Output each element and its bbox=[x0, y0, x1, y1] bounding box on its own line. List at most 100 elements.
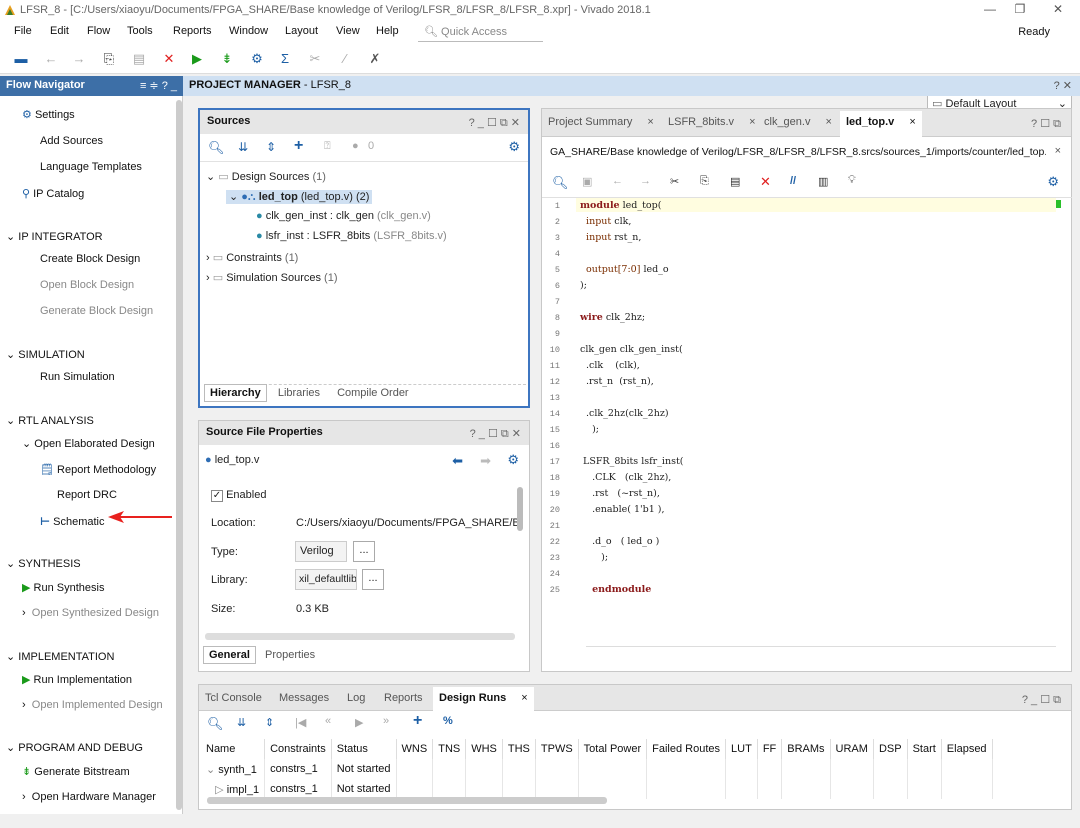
fn-section-simulation[interactable]: ⌄ SIMULATION bbox=[6, 348, 85, 366]
fn-run-simulation[interactable]: Run Simulation bbox=[40, 371, 115, 389]
type-browse-button[interactable]: ... bbox=[353, 541, 375, 562]
column-header[interactable]: Status bbox=[331, 739, 397, 759]
flow-navigator-controls[interactable]: ≡ ≑ ? _ bbox=[140, 79, 177, 92]
tree-led-top[interactable]: ⌄ ●⛬ led_top (led_top.v) (2) bbox=[226, 190, 373, 204]
bottom-controls[interactable]: ? _ ☐ ⧉ bbox=[1022, 693, 1061, 707]
fn-report-drc[interactable]: Report DRC bbox=[57, 489, 117, 507]
fn-run-synthesis[interactable]: ▶ Run Synthesis bbox=[22, 581, 104, 599]
menu-file[interactable]: File bbox=[14, 25, 32, 37]
editor-controls[interactable]: ? ☐ ⧉ bbox=[1031, 117, 1061, 131]
fn-settings[interactable]: ⚙ Settings bbox=[22, 108, 75, 126]
fn-report-methodology[interactable]: 🗒︎ Report Methodology bbox=[40, 463, 156, 481]
tab-log[interactable]: Log bbox=[347, 692, 365, 704]
save-icon[interactable]: ▣ bbox=[582, 175, 592, 188]
undo-icon[interactable]: ← bbox=[612, 175, 623, 187]
tree-lsfr[interactable]: ● lsfr_inst : LSFR_8bits (LSFR_8bits.v) bbox=[256, 230, 447, 242]
column-header[interactable]: Total Power bbox=[578, 739, 648, 759]
tab-properties[interactable]: Properties bbox=[265, 649, 315, 661]
table-row[interactable]: ▷ impl_1 constrs_1 Not started bbox=[201, 779, 993, 799]
fn-section-synthesis[interactable]: ⌄ SYNTHESIS bbox=[6, 557, 81, 575]
percent-icon[interactable]: % bbox=[443, 715, 453, 727]
toggle-column-icon[interactable]: ▥ bbox=[818, 175, 828, 188]
project-manager-controls[interactable]: ? ✕ bbox=[1054, 79, 1072, 92]
menu-tools[interactable]: Tools bbox=[127, 25, 153, 37]
tab-design-runs[interactable]: Design Runs × bbox=[433, 687, 534, 711]
first-icon[interactable]: |◀ bbox=[295, 716, 306, 729]
gear-icon[interactable]: ⚙ bbox=[507, 452, 519, 468]
close-icon[interactable]: × bbox=[749, 116, 755, 128]
props-horizontal-scrollbar[interactable] bbox=[205, 633, 515, 640]
cut-icon[interactable]: ✂ bbox=[670, 175, 679, 188]
fn-generate-block-design[interactable]: Generate Block Design bbox=[40, 305, 153, 323]
add-run-icon[interactable]: + bbox=[413, 712, 422, 730]
tab-general[interactable]: General bbox=[203, 646, 256, 664]
fn-language-templates[interactable]: Language Templates bbox=[40, 161, 142, 179]
column-header[interactable]: LUT bbox=[725, 739, 758, 759]
runs-horizontal-scrollbar[interactable] bbox=[207, 797, 607, 804]
run-icon[interactable]: ▶ bbox=[188, 51, 206, 67]
close-icon[interactable]: × bbox=[826, 116, 832, 128]
back-arrow-icon[interactable]: ⬅ bbox=[452, 453, 463, 469]
tree-design-sources[interactable]: ⌄ ▭ Design Sources (1) bbox=[206, 170, 326, 183]
tab-libraries[interactable]: Libraries bbox=[278, 387, 320, 399]
fn-schematic[interactable]: ⊢ Schematic bbox=[40, 515, 104, 533]
gear-icon[interactable]: ⚙ bbox=[508, 139, 520, 155]
copy-icon[interactable]: ⎘ bbox=[100, 51, 118, 67]
forward-arrow-icon[interactable]: ➡ bbox=[480, 453, 491, 469]
expand-all-icon[interactable]: ⇕ bbox=[266, 140, 276, 154]
menu-reports[interactable]: Reports bbox=[173, 25, 212, 37]
copy-icon[interactable]: ⎘ bbox=[700, 175, 709, 188]
fn-open-block-design[interactable]: Open Block Design bbox=[40, 279, 134, 297]
wand-icon[interactable]: ⁄ bbox=[336, 51, 354, 67]
sum-icon[interactable]: Σ bbox=[276, 51, 294, 67]
gear-icon[interactable]: ⚙ bbox=[1047, 174, 1059, 190]
code-horizontal-scrollbar[interactable] bbox=[586, 646, 1056, 658]
fn-section-program-debug[interactable]: ⌄ PROGRAM AND DEBUG bbox=[6, 741, 143, 759]
settings-gear-icon[interactable]: ⚙ bbox=[248, 51, 266, 67]
tab-project-summary[interactable]: Project Summary × bbox=[548, 116, 654, 128]
minimize-button[interactable]: — bbox=[976, 2, 1004, 18]
undo-icon[interactable]: ← bbox=[42, 51, 60, 67]
tree-clk-gen[interactable]: ● clk_gen_inst : clk_gen (clk_gen.v) bbox=[256, 210, 431, 222]
column-header[interactable]: Constraints bbox=[264, 739, 332, 759]
column-header[interactable]: FF bbox=[757, 739, 783, 759]
comment-icon[interactable]: // bbox=[790, 175, 796, 187]
delete-icon[interactable]: ✕ bbox=[760, 174, 771, 190]
redo-icon[interactable]: → bbox=[70, 51, 88, 67]
column-header[interactable]: Elapsed bbox=[941, 739, 993, 759]
tab-reports[interactable]: Reports bbox=[384, 692, 423, 704]
props-vertical-scrollbar[interactable] bbox=[517, 487, 523, 531]
props-controls[interactable]: ? _ ☐ ⧉ ✕ bbox=[470, 427, 521, 441]
column-header[interactable]: WHS bbox=[465, 739, 503, 759]
fn-section-ip-integrator[interactable]: ⌄ IP INTEGRATOR bbox=[6, 230, 103, 248]
tab-clk-gen[interactable]: clk_gen.v × bbox=[764, 116, 832, 128]
enabled-checkbox[interactable]: ✓ Enabled bbox=[211, 489, 266, 502]
tree-constraints[interactable]: › ▭ Constraints (1) bbox=[206, 251, 298, 264]
fn-section-implementation[interactable]: ⌄ IMPLEMENTATION bbox=[6, 650, 114, 668]
paste-icon[interactable]: ▤ bbox=[130, 51, 148, 67]
fn-add-sources[interactable]: Add Sources bbox=[40, 135, 103, 153]
library-value[interactable]: xil_defaultlib bbox=[295, 569, 357, 590]
fn-create-block-design[interactable]: Create Block Design bbox=[40, 253, 140, 271]
expand-all-icon[interactable]: ⇕ bbox=[265, 716, 274, 729]
column-header[interactable]: TPWS bbox=[535, 739, 579, 759]
collapse-all-icon[interactable]: ⇊ bbox=[238, 140, 248, 154]
menu-edit[interactable]: Edit bbox=[50, 25, 69, 37]
column-header[interactable]: Name bbox=[201, 739, 266, 759]
tab-hierarchy[interactable]: Hierarchy bbox=[204, 384, 267, 402]
collapse-all-icon[interactable]: ⇊ bbox=[237, 716, 246, 729]
menu-view[interactable]: View bbox=[336, 25, 360, 37]
tab-compile-order[interactable]: Compile Order bbox=[337, 387, 409, 399]
tab-lsfr-8bits[interactable]: LSFR_8bits.v × bbox=[668, 116, 756, 128]
run-icon[interactable]: ▶ bbox=[355, 716, 363, 729]
program-device-icon[interactable]: ⇟ bbox=[218, 51, 236, 67]
paste-icon[interactable]: ▤ bbox=[730, 175, 740, 188]
column-header[interactable]: TNS bbox=[432, 739, 467, 759]
flow-navigator-scrollbar[interactable] bbox=[176, 100, 182, 810]
fn-run-implementation[interactable]: ▶ Run Implementation bbox=[22, 673, 132, 691]
delete-icon[interactable]: ✕ bbox=[160, 51, 178, 67]
open-project-icon[interactable]: ▬ bbox=[12, 51, 30, 67]
fn-open-implemented-design[interactable]: › Open Implemented Design bbox=[22, 699, 163, 717]
column-header[interactable]: Start bbox=[907, 739, 942, 759]
close-window-button[interactable]: ✕ bbox=[1044, 2, 1072, 18]
